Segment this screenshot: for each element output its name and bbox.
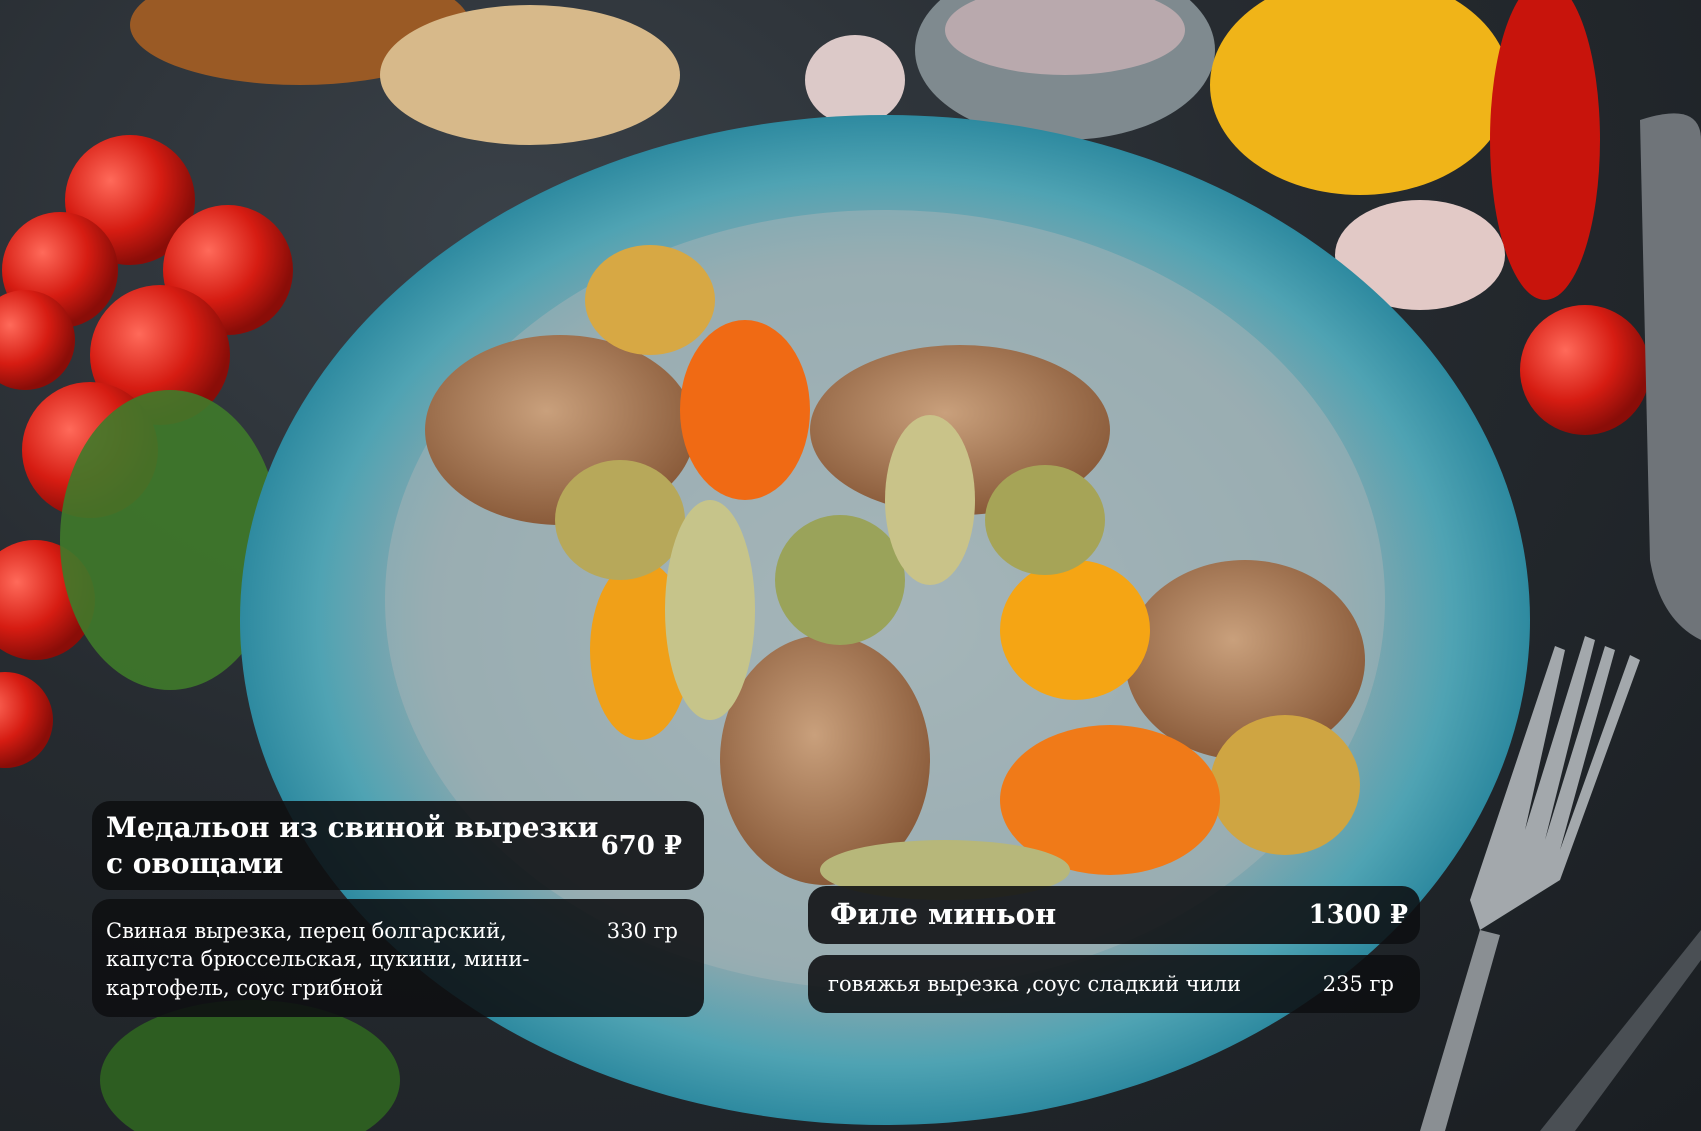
potato [1210,715,1360,855]
dish-title: Медальон из свиной вырезки с овощами [106,810,598,882]
bell-pepper-piece [680,320,810,500]
bun-shape [380,5,680,145]
dish-price: 670 ₽ [600,830,682,861]
yellow-pepper [1210,0,1510,195]
potato [585,245,715,355]
dish-description: Свиная вырезка, перец болгарский, капуст… [106,919,530,1000]
bell-pepper-piece [1000,560,1150,700]
red-pepper [1490,0,1600,300]
dish-description-card: говяжья вырезка ,соус сладкий чили 235 г… [808,955,1420,1013]
parsley [100,1000,400,1131]
dish-title-card: Медальон из свиной вырезки с овощами 670… [92,801,704,890]
zucchini [665,500,755,720]
brussels-sprout [775,515,905,645]
dish-price: 1300 ₽ [1308,900,1408,930]
dish-description-card: Свиная вырезка, перец болгарский, капуст… [92,899,704,1017]
zucchini [885,415,975,585]
tomato-right [1520,305,1650,435]
garlic-shape [805,35,905,125]
brussels-sprout [985,465,1105,575]
brussels-sprout [555,460,685,580]
knife-shape [1540,930,1701,1131]
tomato [0,672,53,768]
dish-title-card: Филе миньон 1300 ₽ [808,886,1420,944]
napkin-shape [1640,113,1701,641]
dish-title-line: Медальон из свиной вырезки [106,810,599,844]
dish-title-line: с овощами [106,846,284,880]
dish-description: говяжья вырезка ,соус сладкий чили [828,971,1242,996]
fork-shape [1420,930,1500,1131]
dish-title: Филе миньон [830,897,1057,932]
dish-weight: 330 гр [606,919,678,943]
dish-weight: 235 гр [1322,972,1394,996]
